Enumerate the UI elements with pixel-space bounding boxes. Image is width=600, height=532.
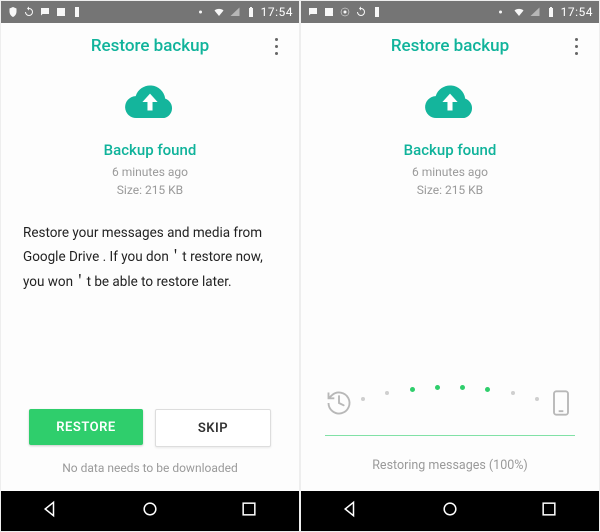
backup-found-subtitle: 6 minutes ago Size: 215 KB	[412, 163, 488, 199]
key-icon	[497, 6, 509, 18]
progress-dots	[353, 391, 547, 396]
nav-recent-button[interactable]	[239, 499, 259, 523]
footer-note: No data needs to be downloaded	[1, 461, 299, 475]
chat-icon	[307, 6, 319, 18]
backup-found-title: Backup found	[404, 141, 497, 159]
key-icon	[197, 6, 209, 18]
navigation-bar	[1, 491, 299, 531]
shield-icon	[7, 6, 19, 18]
nav-home-button[interactable]	[440, 499, 460, 523]
progress-text: Restoring messages (100%)	[325, 458, 575, 473]
location-icon	[339, 6, 351, 18]
cloud-upload-icon	[123, 81, 177, 127]
status-bar: 17:54	[1, 1, 299, 23]
more-options-button[interactable]	[561, 23, 591, 69]
signal-icon	[229, 6, 241, 18]
device-icon	[371, 6, 383, 18]
device-icon	[71, 6, 83, 18]
image-icon	[323, 6, 335, 18]
status-clock: 17:54	[261, 5, 293, 19]
battery-icon	[545, 6, 557, 18]
restore-button[interactable]: RESTORE	[29, 409, 143, 445]
restore-progress: Restoring messages (100%)	[301, 375, 599, 473]
nav-recent-button[interactable]	[539, 499, 559, 523]
image-icon	[55, 6, 67, 18]
wifi-icon	[513, 6, 525, 18]
status-clock: 17:54	[561, 5, 593, 19]
nav-back-button[interactable]	[341, 499, 361, 523]
phone-icon	[547, 389, 575, 417]
skip-button[interactable]: SKIP	[155, 409, 271, 447]
status-bar: 17:54	[301, 1, 599, 23]
app-header: Restore backup	[301, 23, 599, 69]
battery-icon	[245, 6, 257, 18]
phone-left: 17:54 Restore backup Backup found 6 minu…	[0, 0, 300, 532]
phone-right: 17:54 Restore backup Backup found 6 minu…	[300, 0, 600, 532]
more-options-button[interactable]	[261, 23, 291, 69]
chat-icon	[39, 6, 51, 18]
wifi-icon	[213, 6, 225, 18]
page-title: Restore backup	[91, 36, 209, 56]
cloud-upload-icon	[423, 81, 477, 127]
page-title: Restore backup	[391, 36, 509, 56]
nav-home-button[interactable]	[140, 499, 160, 523]
backup-found-subtitle: 6 minutes ago Size: 215 KB	[112, 163, 188, 199]
nav-back-button[interactable]	[41, 499, 61, 523]
app-header: Restore backup	[1, 23, 299, 69]
progress-line	[325, 435, 575, 436]
restore-description: Restore your messages and media from Goo…	[1, 221, 299, 294]
sync-icon	[23, 6, 35, 18]
history-icon	[325, 389, 353, 417]
signal-icon	[529, 6, 541, 18]
sync-icon	[355, 6, 367, 18]
navigation-bar	[301, 491, 599, 531]
backup-found-title: Backup found	[104, 141, 197, 159]
